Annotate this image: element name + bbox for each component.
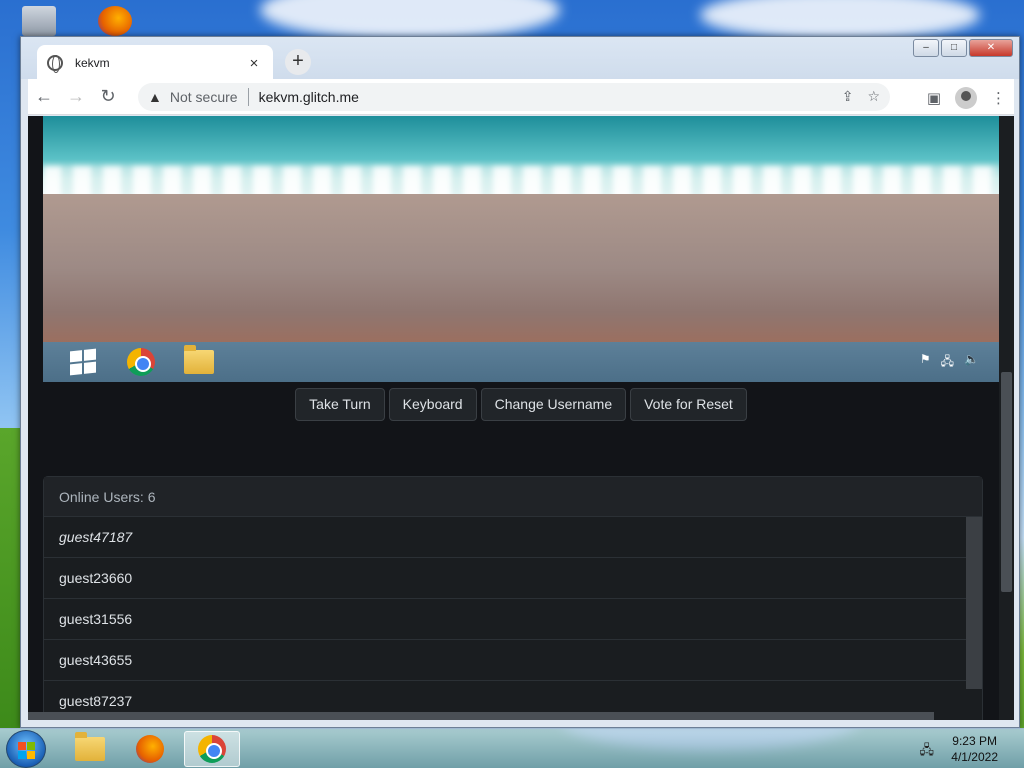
vm-explorer-button[interactable]: [181, 345, 217, 377]
share-icon[interactable]: ⇪: [842, 88, 854, 105]
web-page: ⚑ 🖧 🔈 Take Turn Keyboard Change Username…: [28, 116, 1014, 720]
user-row[interactable]: guest23660: [44, 558, 966, 599]
flag-icon[interactable]: ⚑: [920, 352, 931, 373]
keyboard-button[interactable]: Keyboard: [388, 388, 477, 421]
system-clock[interactable]: 9:23 PM 4/1/2022: [951, 733, 998, 765]
profile-avatar-icon[interactable]: [955, 87, 977, 109]
vm-controls: Take Turn Keyboard Change Username Vote …: [28, 388, 1014, 421]
page-scrollbar-thumb[interactable]: [1001, 372, 1012, 592]
clock-date: 4/1/2022: [951, 750, 998, 764]
recycle-bin-icon[interactable]: [22, 6, 56, 36]
windows-orb-icon: [18, 742, 35, 759]
taskbar-explorer[interactable]: [62, 731, 118, 767]
network-icon[interactable]: 🖧: [941, 352, 954, 373]
minimize-button[interactable]: –: [913, 39, 939, 57]
vm-wallpaper-sand: [43, 194, 999, 342]
vm-system-tray: ⚑ 🖧 🔈: [920, 352, 979, 373]
globe-icon: [47, 55, 63, 73]
tab-strip: kekvm × + – □ ✕: [21, 37, 1019, 81]
close-tab-icon[interactable]: ×: [245, 55, 263, 72]
change-username-button[interactable]: Change Username: [480, 388, 627, 421]
menu-icon[interactable]: ⋮: [991, 89, 1006, 107]
network-tray-icon[interactable]: 🖧: [920, 741, 935, 763]
taskbar-firefox[interactable]: [122, 731, 178, 767]
bookmark-star-icon[interactable]: ☆: [867, 88, 880, 105]
reload-icon[interactable]: ↻: [92, 86, 124, 107]
page-scrollbar-track[interactable]: [999, 116, 1014, 720]
take-turn-button[interactable]: Take Turn: [295, 388, 385, 421]
user-row[interactable]: guest31556: [44, 599, 966, 640]
address-bar[interactable]: ▲ Not secure kekvm.glitch.me ⇪ ☆: [138, 83, 890, 111]
warning-icon[interactable]: ▲: [148, 89, 162, 105]
online-users-panel: Online Users: 6 guest47187 guest23660 gu…: [43, 476, 983, 720]
clock-time: 9:23 PM: [952, 734, 997, 748]
users-scrollbar[interactable]: [966, 517, 982, 689]
url-text[interactable]: kekvm.glitch.me: [259, 89, 359, 105]
vm-taskbar: ⚑ 🖧 🔈: [43, 342, 999, 382]
firefox-desktop-icon[interactable]: [98, 6, 132, 36]
volume-muted-icon[interactable]: 🔈: [964, 352, 979, 373]
tab-title: kekvm: [75, 56, 110, 70]
browser-toolbar: ← → ↻ ▲ Not secure kekvm.glitch.me ⇪ ☆ ▣…: [28, 79, 1014, 115]
new-tab-button[interactable]: +: [285, 49, 311, 75]
firefox-icon: [136, 735, 164, 763]
forward-icon[interactable]: →: [60, 86, 92, 107]
maximize-button[interactable]: □: [941, 39, 967, 57]
folder-icon: [75, 732, 105, 761]
vm-screen[interactable]: ⚑ 🖧 🔈: [43, 116, 999, 382]
back-icon[interactable]: ←: [28, 86, 60, 107]
chrome-icon: [198, 735, 226, 763]
browser-window: kekvm × + – □ ✕ ← → ↻ ▲ Not secure kekvm…: [20, 36, 1020, 728]
vm-chrome-button[interactable]: [123, 347, 159, 377]
cloud: [700, 0, 980, 40]
chrome-icon: [127, 348, 155, 376]
vm-start-button[interactable]: [65, 347, 101, 377]
user-row[interactable]: guest43655: [44, 640, 966, 681]
window-controls: – □ ✕: [913, 39, 1013, 57]
tab-kekvm[interactable]: kekvm ×: [37, 45, 273, 81]
cloud: [260, 0, 560, 40]
side-panel-icon[interactable]: ▣: [927, 89, 941, 107]
online-users-header: Online Users: 6: [44, 477, 982, 517]
address-divider: [247, 88, 249, 106]
taskbar-chrome[interactable]: [184, 731, 240, 767]
user-row[interactable]: guest47187: [44, 517, 966, 558]
vote-reset-button[interactable]: Vote for Reset: [630, 388, 747, 421]
security-label[interactable]: Not secure: [170, 89, 238, 105]
close-window-button[interactable]: ✕: [969, 39, 1013, 57]
windows-logo-icon: [70, 348, 96, 376]
host-taskbar: 🖧 9:23 PM 4/1/2022: [0, 728, 1024, 768]
folder-icon: [184, 345, 214, 374]
horizontal-scrollbar[interactable]: [28, 712, 934, 720]
start-button[interactable]: [6, 730, 46, 768]
